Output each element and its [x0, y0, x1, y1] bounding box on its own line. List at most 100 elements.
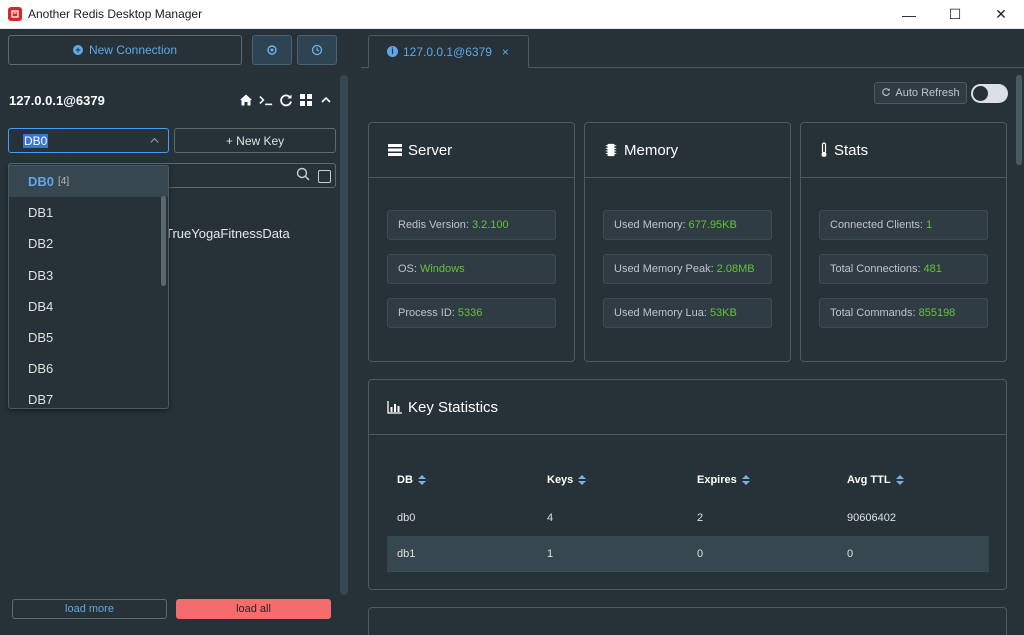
toggle-knob	[973, 86, 988, 101]
db-option-db4[interactable]: DB4	[9, 291, 168, 322]
load-all-button[interactable]: load all	[176, 599, 331, 619]
table-cell: 90606402	[847, 512, 896, 524]
bar-chart-icon	[387, 400, 403, 414]
table-cell: db0	[397, 512, 416, 524]
memory-card: Memory Used Memory: 677.95KB Used Memory …	[584, 122, 791, 362]
column-header-keys[interactable]: Keys	[537, 474, 687, 486]
refresh-icon[interactable]	[279, 93, 293, 107]
stat-value: 855198	[918, 307, 956, 319]
server-card-title: Server	[408, 141, 453, 159]
db-option-db1[interactable]: DB1	[9, 197, 168, 228]
sort-icon[interactable]	[417, 475, 426, 485]
stat-process-id: Process ID: 5336	[387, 298, 556, 328]
stat-total-commands: Total Commands: 855198	[819, 298, 988, 328]
table-cell: db1	[397, 547, 416, 560]
table-cell: 4	[547, 512, 554, 524]
key-statistics-title: Key Statistics	[408, 398, 499, 416]
connection-name[interactable]: 127.0.0.1@6379	[9, 93, 105, 108]
stats-card: Stats Connected Clients: 1 Total Connecti…	[800, 122, 1007, 362]
minimize-button[interactable]: —	[886, 0, 932, 29]
table-row[interactable]: db0 4 2 90606402	[387, 500, 989, 536]
main-scrollbar[interactable]	[1016, 75, 1022, 165]
chevron-up-icon[interactable]	[319, 93, 333, 107]
key-statistics-table: DB Keys Expires Avg TTL db0 4 2 90606402…	[387, 460, 989, 572]
settings-button[interactable]	[252, 35, 292, 65]
stat-value: 677.95KB	[688, 219, 737, 231]
stat-value: 2.08MB	[716, 263, 755, 275]
stat-used-memory-lua: Used Memory Lua: 53KB	[603, 298, 772, 328]
stats-card-title: Stats	[834, 141, 869, 159]
memory-card-title: Memory	[624, 141, 679, 159]
memory-card-header: Memory	[585, 123, 790, 178]
auto-refresh-toggle[interactable]	[971, 84, 1008, 103]
info-icon: i	[387, 46, 398, 57]
column-header-db[interactable]: DB	[387, 474, 537, 486]
home-icon[interactable]	[239, 93, 253, 107]
stats-card-header: Stats	[801, 123, 1006, 178]
sidebar-scrollbar[interactable]	[340, 75, 348, 595]
column-header-avg-ttl[interactable]: Avg TTL	[837, 474, 989, 486]
close-window-button[interactable]: ✕	[978, 0, 1024, 29]
column-label: Avg TTL	[847, 474, 891, 486]
plus-circle-icon: +	[72, 45, 83, 55]
new-connection-button[interactable]: + New Connection	[8, 35, 242, 65]
db-dropdown-menu: DB0 [4] DB1 DB2 DB3 DB4 DB5 DB6 DB7	[8, 165, 169, 409]
exact-search-checkbox[interactable]	[318, 170, 331, 183]
table-row[interactable]: db1 1 0 0	[387, 536, 989, 572]
key-list-item[interactable]: TrueYogaFitnessData	[165, 226, 290, 241]
stat-label: Total Connections:	[830, 263, 921, 275]
db-option-db2[interactable]: DB2	[9, 228, 168, 259]
sort-icon[interactable]	[741, 475, 750, 485]
terminal-icon[interactable]	[259, 93, 273, 107]
table-header: DB Keys Expires Avg TTL	[387, 460, 989, 500]
stat-value: 3.2.100	[471, 219, 509, 231]
stat-redis-version: Redis Version: 3.2.100	[387, 210, 556, 240]
history-button[interactable]	[297, 35, 337, 65]
table-cell: 1	[547, 547, 554, 560]
stat-used-memory-peak: Used Memory Peak: 2.08MB	[603, 254, 772, 284]
stat-label: Used Memory Lua:	[614, 307, 707, 319]
column-header-expires[interactable]: Expires	[687, 474, 837, 486]
db-option-label: DB0	[28, 174, 55, 190]
search-icon[interactable]	[296, 167, 310, 184]
db-option-db3[interactable]: DB3	[9, 260, 168, 291]
stat-value: 1	[925, 219, 933, 231]
close-tab-icon[interactable]: ×	[502, 45, 509, 59]
new-connection-label: New Connection	[88, 43, 178, 57]
stat-total-connections: Total Connections: 481	[819, 254, 988, 284]
stat-value: Windows	[419, 263, 465, 275]
load-more-button[interactable]: load more	[12, 599, 167, 619]
stat-label: Used Memory Peak:	[614, 263, 714, 275]
grid-icon[interactable]	[299, 93, 313, 107]
app-logo-icon	[8, 7, 22, 21]
stat-value: 53KB	[709, 307, 737, 319]
db-select[interactable]: DB0	[8, 128, 169, 153]
chip-icon	[603, 143, 619, 157]
maximize-button[interactable]: ☐	[932, 0, 978, 29]
auto-refresh-button[interactable]: Auto Refresh	[874, 82, 967, 104]
column-label: Keys	[547, 474, 574, 486]
redis-info-card	[368, 607, 1007, 635]
refresh-icon	[881, 87, 891, 100]
server-icon	[387, 143, 403, 157]
connection-toolbar	[239, 93, 333, 107]
auto-refresh-label: Auto Refresh	[895, 87, 960, 99]
db-key-count: [4]	[58, 176, 70, 188]
db-select-value: DB0	[23, 133, 49, 148]
column-label: Expires	[697, 474, 737, 486]
stat-value: 5336	[457, 307, 483, 319]
tab-connection-status[interactable]: i 127.0.0.1@6379 ×	[368, 35, 529, 68]
sort-icon[interactable]	[578, 475, 587, 485]
column-label: DB	[397, 474, 413, 486]
dropdown-scrollbar[interactable]	[161, 196, 166, 286]
db-option-db6[interactable]: DB6	[9, 353, 168, 384]
db-option-db0[interactable]: DB0 [4]	[9, 166, 168, 198]
server-card: Server Redis Version: 3.2.100 OS: Windows …	[368, 122, 575, 362]
new-key-button[interactable]: + New Key	[174, 128, 336, 153]
key-statistics-header: Key Statistics	[369, 380, 1006, 435]
window-titlebar: Another Redis Desktop Manager — ☐ ✕	[0, 0, 1024, 29]
sort-icon[interactable]	[895, 475, 904, 485]
db-option-db7[interactable]: DB7	[9, 384, 168, 408]
stat-label: Used Memory:	[614, 219, 686, 231]
db-option-db5[interactable]: DB5	[9, 322, 168, 353]
